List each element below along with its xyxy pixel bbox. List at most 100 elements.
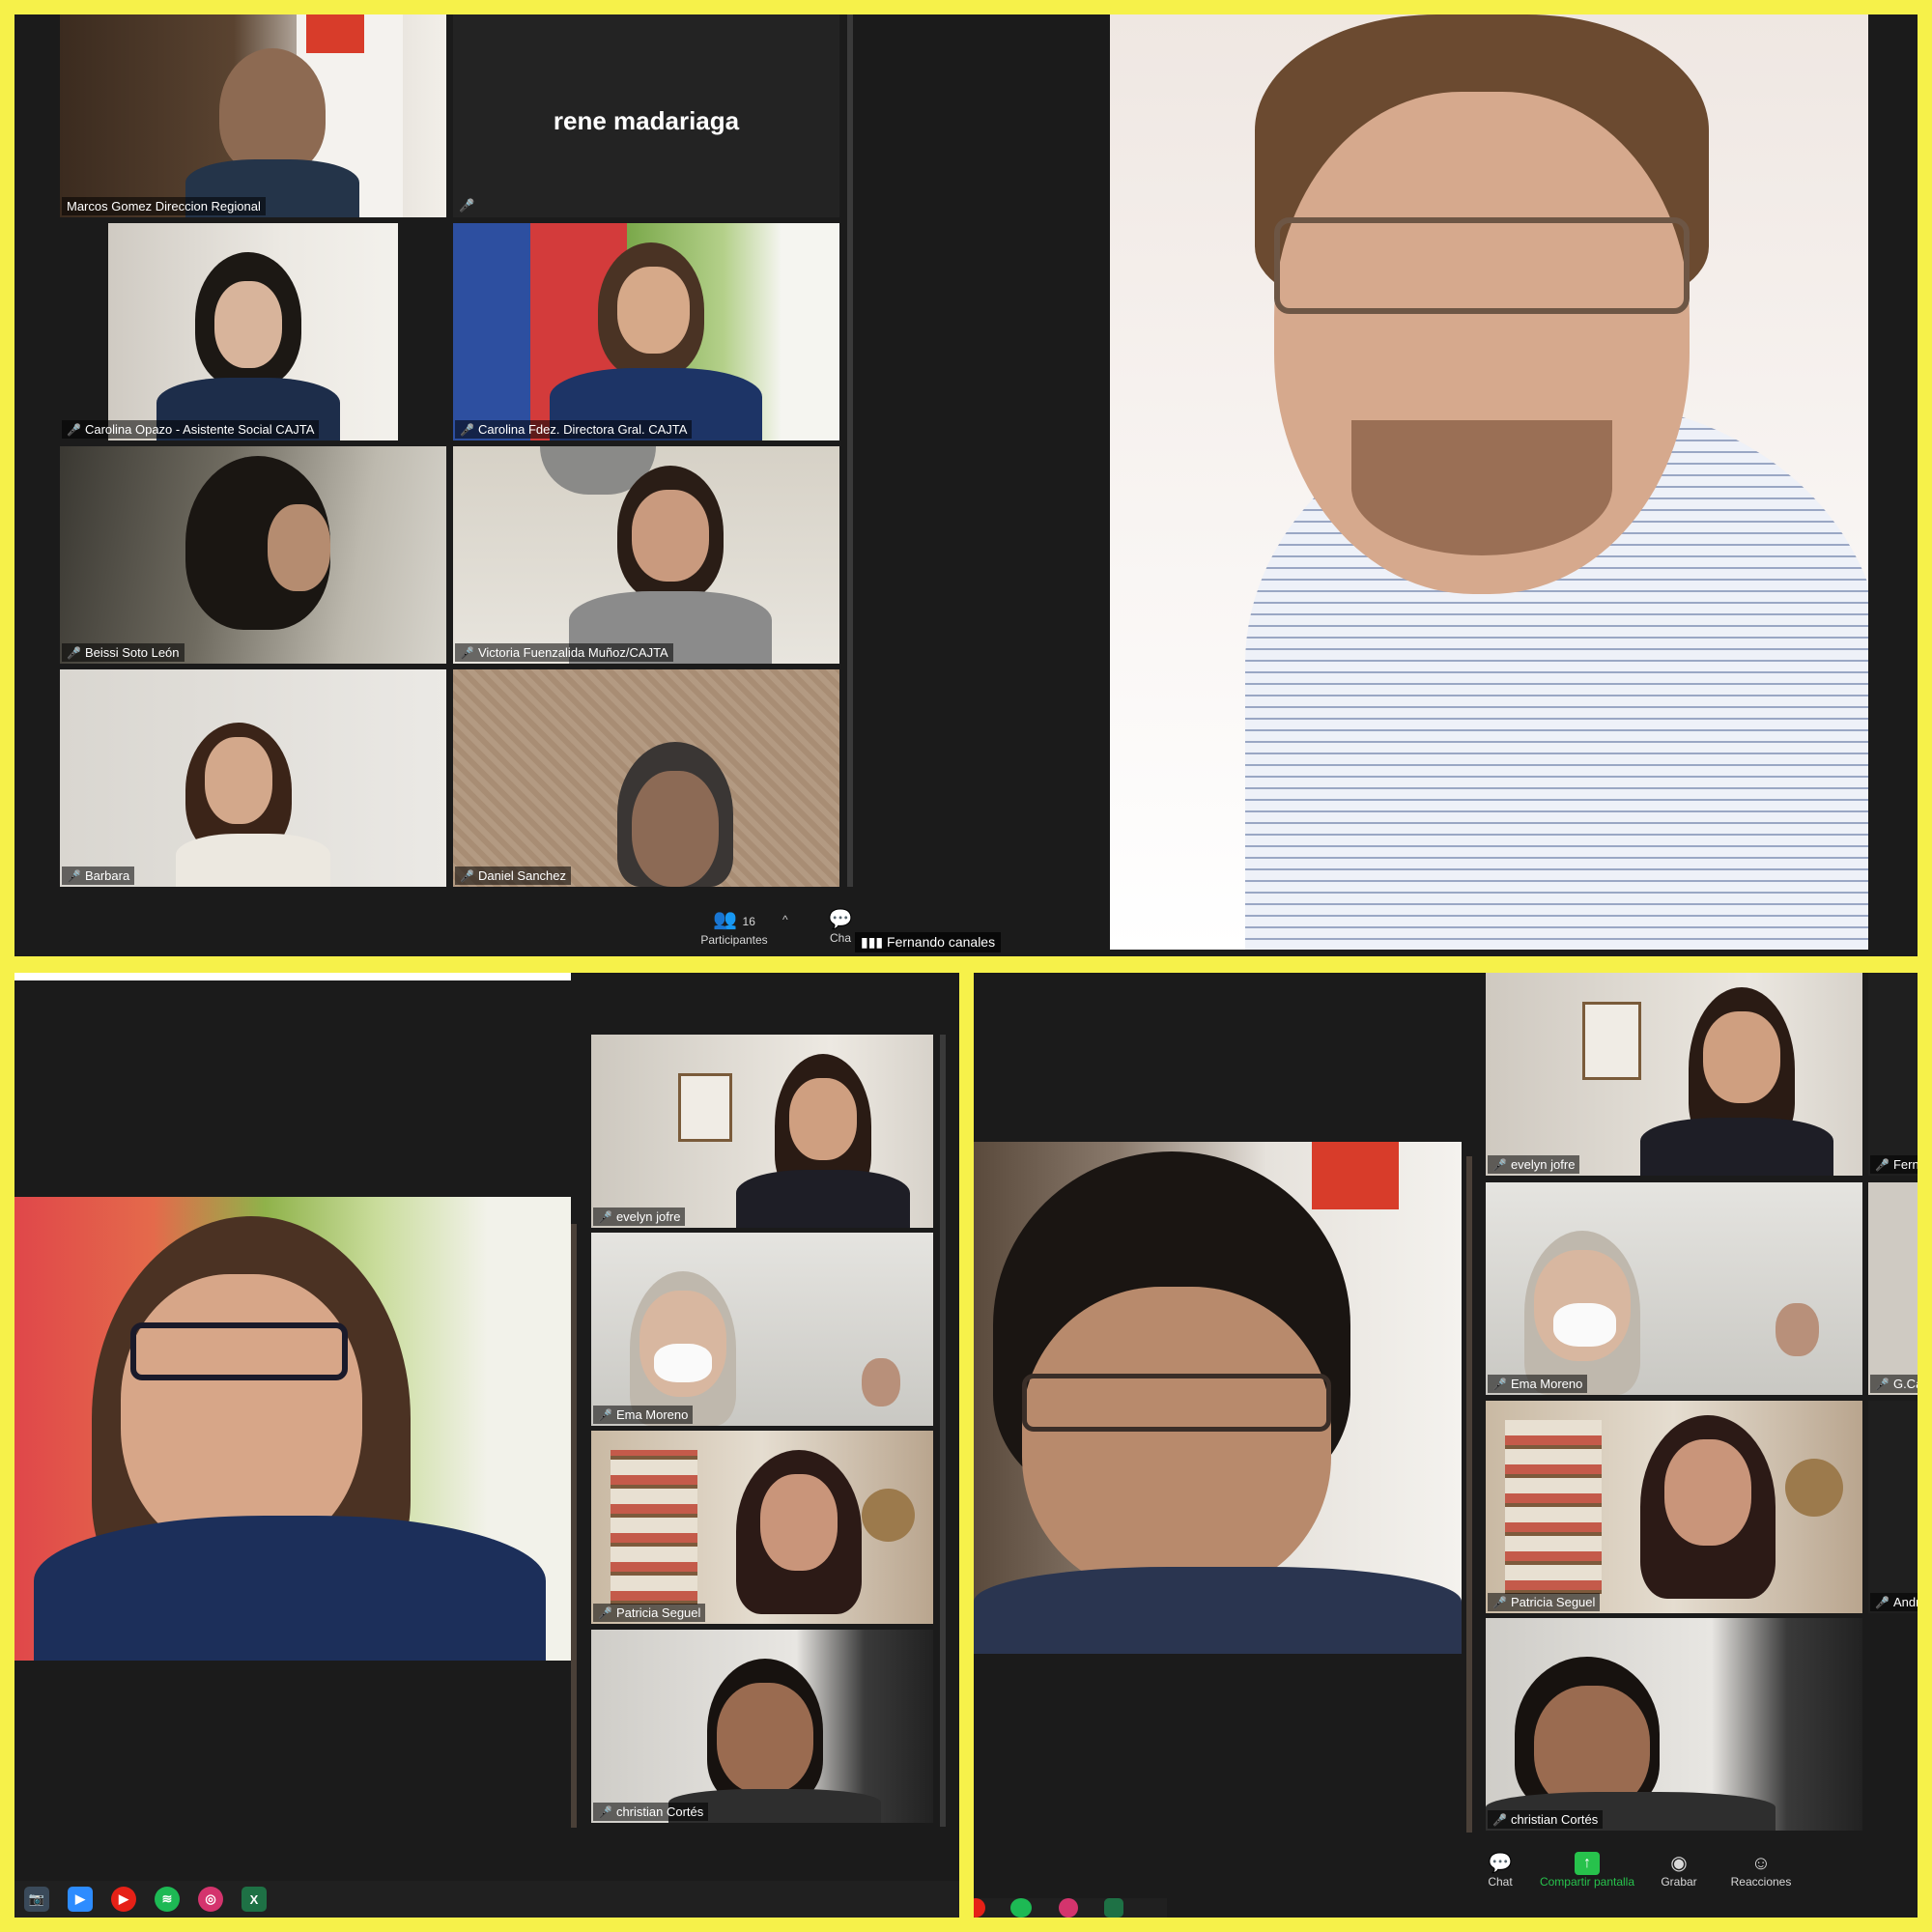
share-screen-icon: ↑ xyxy=(1575,1852,1600,1875)
video-tile[interactable]: 🎤 christian Cortés xyxy=(591,1630,933,1823)
video-tile[interactable]: 🎤 Patricia Seguel xyxy=(591,1431,933,1624)
mic-muted-icon: 🎤 xyxy=(67,423,81,437)
chat-icon: 💬 xyxy=(828,909,853,930)
media-icon[interactable] xyxy=(1059,1898,1078,1918)
reactions-label: Reacciones xyxy=(1730,1875,1792,1889)
person-face xyxy=(205,737,272,824)
video-tile[interactable]: 🎤 Daniel Sanchez xyxy=(453,669,839,887)
active-speaker-video[interactable] xyxy=(14,1197,571,1661)
record-button[interactable]: ◉ Grabar xyxy=(1640,1852,1718,1889)
video-tile[interactable]: 🎤 Beissi Soto León xyxy=(60,446,446,664)
chat-button[interactable]: 💬 Cha xyxy=(826,908,855,945)
excel-icon[interactable] xyxy=(1104,1898,1123,1918)
participant-name: 🎤 christian Cortés xyxy=(1488,1810,1604,1829)
video-tile[interactable]: Marcos Gomez Direccion Regional xyxy=(60,14,446,217)
taskbar-partial xyxy=(974,1898,1167,1918)
participant-name: 🎤 Patricia Seguel xyxy=(1488,1593,1601,1611)
person-shoulders xyxy=(736,1170,910,1228)
gallery-scroll-strip[interactable] xyxy=(940,1035,946,1827)
reactions-button[interactable]: ☺ Reacciones xyxy=(1713,1852,1809,1889)
share-screen-button[interactable]: ↑ Compartir pantalla xyxy=(1515,1852,1660,1889)
mic-muted-icon: 🎤 xyxy=(67,869,81,883)
partial-video-tile[interactable]: 🎤Ferna xyxy=(1868,973,1918,1176)
video-tile[interactable]: 🎤 Patricia Seguel xyxy=(1486,1401,1862,1613)
mic-muted-icon: 🎤 xyxy=(598,1408,612,1422)
participant-name: 🎤 evelyn jofre xyxy=(1488,1155,1580,1174)
camera-icon[interactable]: 📷 xyxy=(24,1887,49,1912)
person-face xyxy=(121,1274,362,1554)
mic-muted-icon: 🎤 xyxy=(1875,1158,1889,1172)
video-tile[interactable]: 🎤 evelyn jofre xyxy=(591,1035,933,1228)
mic-muted-icon: 🎤 xyxy=(1492,1813,1507,1827)
video-tile[interactable]: 🎤 Carolina Fdez. Directora Gral. CAJTA xyxy=(453,223,839,440)
video-tile[interactable]: 🎤 Victoria Fuenzalida Muñoz/CAJTA xyxy=(453,446,839,664)
partial-video-tile[interactable]: 🎤G.Ca xyxy=(1868,1182,1918,1395)
video-tile[interactable]: 🎤 christian Cortés xyxy=(1486,1618,1862,1831)
mic-muted-icon: 🎤 xyxy=(460,646,474,660)
participants-count: 16 xyxy=(742,915,755,928)
participant-name: 🎤 Patricia Seguel xyxy=(593,1604,706,1622)
mic-muted-icon: 🎤 xyxy=(1875,1378,1889,1391)
video-tile[interactable]: 🎤 Ema Moreno xyxy=(1486,1182,1862,1395)
mic-muted-icon: 🎤 xyxy=(1492,1158,1507,1172)
chat-label: Chat xyxy=(1488,1875,1513,1889)
media-icon[interactable]: ◎ xyxy=(198,1887,223,1912)
participant-name: 🎤 Carolina Opazo - Asistente Social CAJTA xyxy=(62,420,320,439)
spotify-icon[interactable] xyxy=(1010,1898,1032,1918)
person-shoulders xyxy=(34,1516,546,1661)
glasses xyxy=(130,1322,348,1380)
meeting-window-bottom-left: 🎤 evelyn jofre 🎤 Ema Moreno 🎤 Patricia Segu… xyxy=(14,973,959,1918)
active-speaker-video[interactable] xyxy=(974,1142,1462,1654)
excel-icon[interactable]: X xyxy=(242,1887,267,1912)
video-tile[interactable]: 🎤 evelyn jofre xyxy=(1486,973,1862,1176)
person-beard xyxy=(1351,420,1612,555)
video-tile[interactable]: 🎤 Barbara xyxy=(60,669,446,887)
wall-frame xyxy=(678,1073,732,1142)
person-shoulders xyxy=(974,1567,1462,1654)
participants-chevron-icon[interactable]: ^ xyxy=(782,913,788,926)
person-face xyxy=(760,1474,838,1571)
window-top-edge xyxy=(14,973,571,980)
participants-button[interactable]: 👥 16 Participantes xyxy=(691,908,778,947)
wall-frame xyxy=(1582,1002,1641,1080)
zoom-icon[interactable]: ▶ xyxy=(68,1887,93,1912)
mic-muted-icon: 🎤 xyxy=(67,646,81,660)
gallery-scroll-strip[interactable] xyxy=(847,14,853,887)
person-face xyxy=(632,771,719,887)
video-tile-video-off[interactable]: rene madariaga 🎤 xyxy=(453,14,839,217)
person-face xyxy=(1703,1011,1780,1103)
youtube-icon[interactable]: ▶ xyxy=(111,1887,136,1912)
banner-logo xyxy=(1312,1142,1399,1209)
face-mask xyxy=(1553,1303,1616,1347)
bookshelf xyxy=(1505,1420,1602,1594)
person-face xyxy=(1022,1287,1331,1596)
globe xyxy=(862,1489,915,1542)
mic-muted-icon: 🎤 xyxy=(1492,1596,1507,1609)
globe xyxy=(1785,1459,1843,1517)
speaker-name: Fernando canales xyxy=(887,934,996,950)
participants-label: Participantes xyxy=(700,933,768,947)
record-label: Grabar xyxy=(1661,1875,1697,1889)
mic-muted-icon: 🎤 xyxy=(460,423,474,437)
youtube-icon[interactable] xyxy=(974,1898,985,1918)
background-person xyxy=(1776,1303,1819,1356)
participant-name-large: rene madariaga xyxy=(553,106,740,135)
mic-muted-icon: 🎤 xyxy=(460,869,474,883)
background-person xyxy=(862,1358,900,1406)
active-speaker-video[interactable] xyxy=(1110,14,1868,950)
meeting-window-bottom-right: 🎤 evelyn jofre 🎤 Ema Moreno 🎤 Patricia Segu… xyxy=(974,973,1918,1918)
gallery-side-strip xyxy=(571,1224,577,1828)
participant-name: 🎤Ferna xyxy=(1870,1155,1918,1174)
participants-icon: 👥 16 xyxy=(713,909,755,930)
participant-name: 🎤 Ema Moreno xyxy=(1488,1375,1588,1393)
person-shoulders xyxy=(176,834,330,887)
spotify-icon[interactable]: ≋ xyxy=(155,1887,180,1912)
bookshelf xyxy=(611,1450,697,1605)
video-tile[interactable]: 🎤 Carolina Opazo - Asistente Social CAJTA xyxy=(60,223,446,440)
partial-video-tile[interactable]: 🎤 Andr xyxy=(1868,1401,1918,1613)
participant-name: 🎤 Victoria Fuenzalida Muñoz/CAJTA xyxy=(455,643,673,662)
record-icon: ◉ xyxy=(1670,1853,1688,1874)
video-tile[interactable]: 🎤 Ema Moreno xyxy=(591,1233,933,1426)
person-face xyxy=(789,1078,857,1160)
face-mask xyxy=(654,1344,712,1382)
